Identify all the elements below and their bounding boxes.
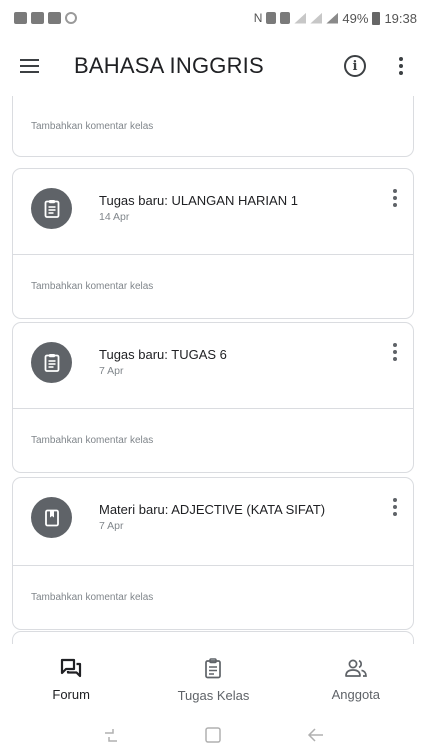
add-class-comment[interactable]: Tambahkan komentar kelas [13, 255, 413, 318]
signal-icon-2 [326, 12, 339, 24]
assignment-icon [31, 188, 72, 229]
post-date: 14 Apr [99, 211, 130, 223]
recent-apps-button[interactable] [99, 723, 123, 747]
more-vert-icon [399, 57, 403, 61]
signal-icon-1 [310, 12, 323, 24]
post-date: 7 Apr [99, 365, 124, 377]
add-class-comment[interactable]: Tambahkan komentar kelas [13, 566, 413, 629]
notification-icon [266, 12, 277, 24]
notification-icons [14, 12, 77, 24]
stream-card: Tambahkan komentar kelas [12, 96, 414, 157]
nav-people[interactable]: Anggota [285, 644, 427, 714]
class-info-button[interactable]: i [331, 42, 379, 90]
post-more-button[interactable] [389, 189, 401, 211]
post-title: Materi baru: ADJECTIVE (KATA SIFAT) [99, 502, 326, 517]
nav-forum[interactable]: Forum [0, 644, 142, 714]
menu-icon [19, 59, 39, 73]
home-icon [205, 726, 222, 743]
stream-card [12, 631, 414, 644]
post-more-button[interactable] [389, 343, 401, 365]
status-bar: N 49% 19:38 [0, 0, 427, 36]
recent-apps-icon [105, 728, 118, 742]
material-icon [31, 497, 72, 538]
back-icon [307, 727, 323, 742]
post-header[interactable]: Materi baru: ADJECTIVE (KATA SIFAT) 7 Ap… [13, 478, 413, 566]
system-navigation-bar [0, 714, 427, 755]
add-class-comment[interactable]: Tambahkan komentar kelas [13, 96, 413, 156]
post-date: 7 Apr [99, 520, 124, 532]
more-vert-icon [393, 189, 397, 193]
nfc-icon: N [253, 11, 263, 25]
class-title: BAHASA INGGRIS [74, 53, 264, 78]
stream-card: Tugas baru: ULANGAN HARIAN 1 14 Apr Tamb… [12, 168, 414, 319]
menu-button[interactable] [0, 36, 58, 96]
alarm-icon [280, 12, 291, 24]
stream-card: Tugas baru: TUGAS 6 7 Apr Tambahkan kome… [12, 322, 414, 473]
post-title: Tugas baru: ULANGAN HARIAN 1 [99, 193, 298, 208]
post-header[interactable]: Tugas baru: ULANGAN HARIAN 1 14 Apr [13, 169, 413, 255]
more-vert-icon [393, 498, 397, 502]
system-indicators: N 49% 19:38 [254, 11, 417, 26]
app-bar: BAHASA INGGRIS i [0, 36, 427, 96]
forum-icon [61, 658, 82, 678]
sync-icon [65, 12, 77, 24]
post-header[interactable]: Tugas baru: TUGAS 6 7 Apr [13, 323, 413, 409]
nav-classwork[interactable]: Tugas Kelas [142, 644, 284, 714]
assignment-icon [31, 342, 72, 383]
nav-label: Tugas Kelas [177, 688, 250, 703]
photo-icon [31, 12, 44, 24]
nav-label: Anggota [331, 687, 381, 702]
more-vert-icon [393, 343, 397, 347]
back-button[interactable] [304, 723, 328, 747]
add-class-comment[interactable]: Tambahkan komentar kelas [13, 409, 413, 472]
nav-label: Forum [52, 687, 90, 702]
post-title: Tugas baru: TUGAS 6 [99, 347, 227, 362]
class-stream[interactable]: Tambahkan komentar kelas Tugas baru: ULA… [0, 96, 427, 644]
battery-percent: 49% [342, 10, 369, 26]
image-icon [48, 12, 61, 24]
message-icon [14, 12, 27, 24]
post-more-button[interactable] [389, 498, 401, 520]
battery-icon [372, 11, 381, 25]
clock: 19:38 [384, 10, 417, 26]
people-icon [344, 659, 367, 677]
info-icon: i [344, 55, 366, 77]
classwork-icon [205, 658, 222, 679]
stream-card: Materi baru: ADJECTIVE (KATA SIFAT) 7 Ap… [12, 477, 414, 630]
home-button[interactable] [201, 723, 225, 747]
more-options-button[interactable] [379, 42, 423, 90]
wifi-icon [294, 12, 307, 24]
bottom-navigation: Forum Tugas Kelas Anggota [0, 644, 427, 714]
